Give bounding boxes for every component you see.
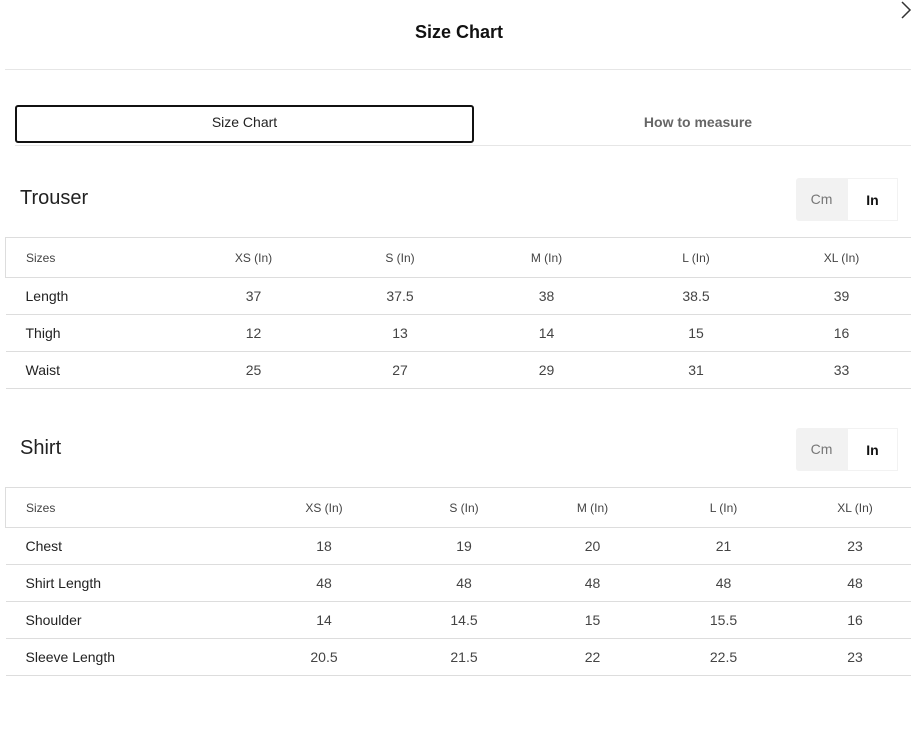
unit-toggle-shirt: Cm In <box>796 428 898 471</box>
table-row: Thigh 12 13 14 15 16 <box>5 314 911 352</box>
unit-cm-button[interactable]: Cm <box>796 178 847 221</box>
table-header-row: Sizes XS (In) S (In) M (In) L (In) XL (In) <box>5 237 911 278</box>
unit-toggle-trouser: Cm In <box>796 178 898 221</box>
column-header-size: L (In) <box>620 237 772 278</box>
column-header-size: XS (In) <box>256 487 392 528</box>
table-cell: 48 <box>391 564 537 602</box>
table-row: Chest 18 19 20 21 23 <box>5 527 911 565</box>
table-cell: 25 <box>179 351 328 389</box>
table-row: Sleeve Length 20.5 21.5 22 22.5 23 <box>5 638 911 676</box>
table-cell: 37.5 <box>327 277 473 315</box>
row-label: Waist <box>5 351 180 389</box>
row-label: Sleeve Length <box>5 638 257 676</box>
table-cell: 19 <box>391 527 537 565</box>
table-row: Waist 25 27 29 31 33 <box>5 351 911 389</box>
table-cell: 38 <box>472 277 621 315</box>
table-cell: 15.5 <box>648 601 799 639</box>
table-cell: 27 <box>327 351 473 389</box>
unit-in-button[interactable]: In <box>847 428 898 471</box>
tab-bar: Size Chart How to measure <box>15 105 911 146</box>
row-label: Shoulder <box>5 601 257 639</box>
section-title-trouser: Trouser <box>20 187 89 209</box>
table-cell: 21 <box>648 527 799 565</box>
table-row: Shirt Length 48 48 48 48 48 <box>5 564 911 602</box>
table-cell: 22 <box>536 638 649 676</box>
column-header-size: S (In) <box>391 487 537 528</box>
table-cell: 15 <box>536 601 649 639</box>
table-cell: 20 <box>536 527 649 565</box>
unit-in-button[interactable]: In <box>847 178 898 221</box>
close-icon <box>901 1 911 19</box>
table-cell: 33 <box>771 351 911 389</box>
column-header-size: XL (In) <box>771 237 911 278</box>
column-header-sizes: Sizes <box>5 237 180 278</box>
tab-how-to-measure[interactable]: How to measure <box>473 107 911 145</box>
table-cell: 38.5 <box>620 277 772 315</box>
table-cell: 15 <box>620 314 772 352</box>
table-header-row: Sizes XS (In) S (In) M (In) L (In) XL (In) <box>5 487 911 528</box>
tab-size-chart[interactable]: Size Chart <box>15 105 474 143</box>
column-header-size: M (In) <box>472 237 621 278</box>
table-cell: 37 <box>179 277 328 315</box>
column-header-size: XL (In) <box>798 487 911 528</box>
table-cell: 18 <box>256 527 392 565</box>
table-cell: 20.5 <box>256 638 392 676</box>
row-label: Shirt Length <box>5 564 257 602</box>
table-row: Shoulder 14 14.5 15 15.5 16 <box>5 601 911 639</box>
table-cell: 29 <box>472 351 621 389</box>
header-divider <box>5 69 911 70</box>
section-title-shirt: Shirt <box>20 437 62 459</box>
trouser-size-table: Sizes XS (In) S (In) M (In) L (In) XL (In) Le… <box>5 237 911 389</box>
table-cell: 22.5 <box>648 638 799 676</box>
row-label: Length <box>5 277 180 315</box>
column-header-size: L (In) <box>648 487 799 528</box>
column-header-size: XS (In) <box>179 237 328 278</box>
table-cell: 23 <box>798 527 911 565</box>
table-cell: 12 <box>179 314 328 352</box>
table-cell: 21.5 <box>391 638 537 676</box>
table-cell: 48 <box>798 564 911 602</box>
table-cell: 48 <box>256 564 392 602</box>
table-cell: 13 <box>327 314 473 352</box>
row-label: Chest <box>5 527 257 565</box>
close-button[interactable] <box>898 0 911 20</box>
table-cell: 14.5 <box>391 601 537 639</box>
table-cell: 14 <box>256 601 392 639</box>
unit-cm-button[interactable]: Cm <box>796 428 847 471</box>
shirt-size-table: Sizes XS (In) S (In) M (In) L (In) XL (In) Ch… <box>5 487 911 676</box>
table-cell: 48 <box>536 564 649 602</box>
column-header-size: S (In) <box>327 237 473 278</box>
table-cell: 16 <box>771 314 911 352</box>
column-header-size: M (In) <box>536 487 649 528</box>
table-cell: 14 <box>472 314 621 352</box>
table-row: Length 37 37.5 38 38.5 39 <box>5 277 911 315</box>
table-cell: 39 <box>771 277 911 315</box>
table-cell: 23 <box>798 638 911 676</box>
table-cell: 31 <box>620 351 772 389</box>
table-cell: 48 <box>648 564 799 602</box>
row-label: Thigh <box>5 314 180 352</box>
modal-title: Size Chart <box>414 22 504 42</box>
table-cell: 16 <box>798 601 911 639</box>
column-header-sizes: Sizes <box>5 487 257 528</box>
